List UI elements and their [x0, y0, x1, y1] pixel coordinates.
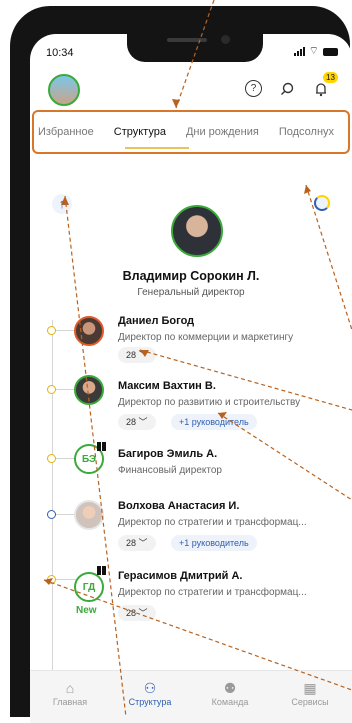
- employee-role: Директор по стратегии и трансформац...: [118, 587, 307, 598]
- tab-favorites[interactable]: Избранное: [38, 126, 94, 138]
- tree-dot: [47, 326, 56, 335]
- bottom-navigation: ⌂ Главная ⚇ Структура ⚉ Команда ▦ Сервис…: [30, 670, 352, 723]
- employee-avatar[interactable]: [74, 316, 104, 346]
- employee-role: Директор по развитию и строительству: [118, 397, 301, 408]
- team-icon: ⚉: [223, 680, 237, 696]
- home-icon: ⌂: [65, 680, 75, 696]
- nav-label: Команда: [211, 697, 249, 707]
- tree-dot: [47, 510, 56, 519]
- employee-name[interactable]: Максим Вахтин В.: [118, 380, 216, 392]
- user-avatar[interactable]: [48, 74, 80, 106]
- extra-manager-chip[interactable]: +1 руководитель: [171, 535, 257, 551]
- loading-icon: [314, 195, 330, 211]
- wifi-icon: ⌔: [308, 45, 319, 57]
- tree-dot: [47, 454, 56, 463]
- battery-icon: [323, 48, 338, 56]
- search-icon[interactable]: [278, 80, 296, 98]
- employee-role: Директор по стратегии и трансформац...: [118, 517, 307, 528]
- tree-dot: [47, 385, 56, 394]
- services-icon: ▦: [303, 680, 317, 696]
- phone-frame: 10:34 ⌔ ? 13 Избранное Структура Дни рож…: [10, 6, 352, 723]
- extra-manager-chip[interactable]: +1 руководитель: [171, 414, 257, 430]
- new-label: New: [76, 605, 97, 616]
- active-tab-indicator: [125, 147, 189, 149]
- employee-role: Директор по коммерции и маркетингу: [118, 332, 294, 343]
- employee-initials-avatar[interactable]: ГД: [74, 572, 104, 602]
- nav-label: Главная: [52, 697, 88, 707]
- notification-badge: 13: [323, 72, 338, 83]
- nav-label: Структура: [128, 697, 172, 707]
- nav-structure[interactable]: ⚇ Структура: [115, 679, 185, 707]
- structure-icon: ⚇: [143, 680, 157, 696]
- tab-birthdays[interactable]: Дни рождения: [186, 126, 259, 138]
- nav-team[interactable]: ⚉ Команда: [195, 679, 265, 707]
- employee-avatar[interactable]: [74, 500, 104, 530]
- subordinates-count-chip[interactable]: 28 ﹀: [118, 535, 156, 551]
- tree-line: [52, 320, 53, 680]
- manager-role: Генеральный директор: [137, 287, 245, 298]
- app-screen: 10:34 ⌔ ? 13 Избранное Структура Дни рож…: [30, 34, 352, 723]
- up-arrow-icon[interactable]: ↑: [52, 194, 72, 214]
- nav-services[interactable]: ▦ Сервисы: [275, 679, 345, 707]
- manager-avatar[interactable]: [171, 205, 223, 257]
- gift-icon: [97, 442, 106, 451]
- help-icon[interactable]: ?: [245, 80, 262, 97]
- status-icons: ⌔: [293, 45, 338, 57]
- status-time: 10:34: [46, 47, 74, 59]
- notch: [127, 34, 263, 62]
- employee-name[interactable]: Даниел Богод: [118, 315, 194, 327]
- employee-name[interactable]: Багиров Эмиль А.: [118, 448, 217, 460]
- manager-name[interactable]: Владимир Сорокин Л.: [30, 269, 352, 283]
- employee-name[interactable]: Герасимов Дмитрий А.: [118, 570, 242, 582]
- employee-role: Финансовый директор: [118, 465, 222, 476]
- subordinates-count-chip[interactable]: 28 ﹀: [118, 414, 156, 430]
- subordinates-count-chip[interactable]: 28 ﹀: [118, 605, 156, 621]
- signal-icon: [293, 47, 305, 56]
- employee-avatar[interactable]: [74, 375, 104, 405]
- nav-label: Сервисы: [291, 697, 329, 707]
- tree-dot: [47, 575, 56, 584]
- tabs-bar: Избранное Структура Дни рождения Подсолн…: [32, 110, 350, 154]
- tab-structure[interactable]: Структура: [114, 126, 166, 138]
- subordinates-count-chip[interactable]: 28 ﹀: [118, 347, 156, 363]
- gift-icon: [97, 566, 106, 575]
- nav-home[interactable]: ⌂ Главная: [35, 679, 105, 707]
- employee-name[interactable]: Волхова Анастасия И.: [118, 500, 239, 512]
- tab-sunflower[interactable]: Подсолнух: [279, 126, 334, 138]
